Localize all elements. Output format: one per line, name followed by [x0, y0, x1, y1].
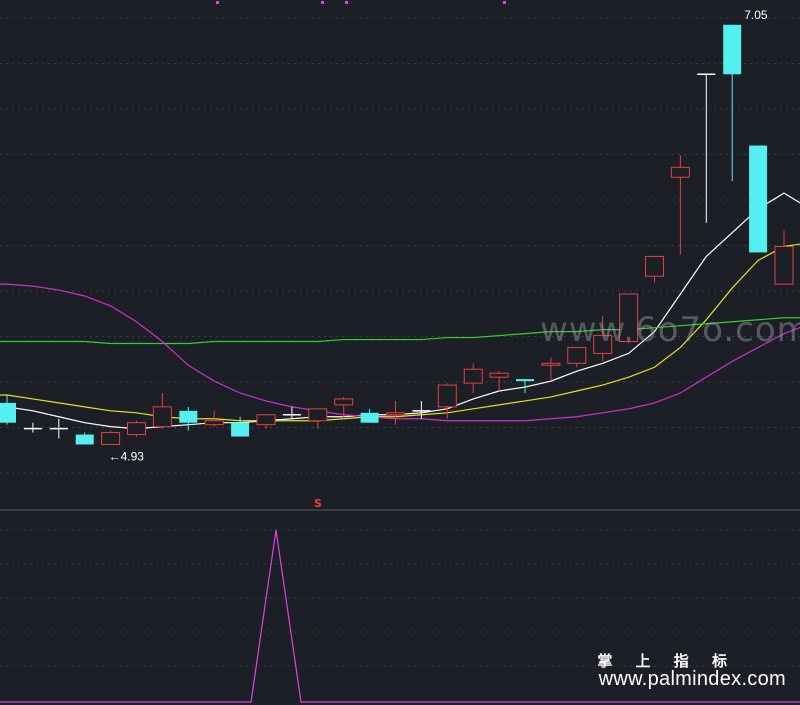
- candle-body: [0, 402, 16, 423]
- candle-body: [645, 255, 664, 277]
- signal-marker: S: [314, 497, 322, 510]
- candle-body: [256, 414, 276, 426]
- candle-body: [489, 372, 509, 378]
- candle-body: [670, 166, 690, 178]
- candle-body: [179, 410, 198, 423]
- top-marker-dot: [503, 1, 506, 4]
- candle-body: [231, 422, 250, 437]
- ma-line-3: [0, 283, 800, 422]
- candle-body: [360, 412, 379, 423]
- low-price-label: ←4.93: [109, 449, 145, 463]
- candle-body: [516, 379, 534, 382]
- candle-body: [334, 398, 354, 406]
- top-marker-dot: [321, 1, 324, 4]
- candle-body: [541, 362, 561, 366]
- candle-body: [774, 246, 794, 285]
- top-marker-dot: [216, 1, 219, 4]
- candle-body: [723, 24, 742, 75]
- candle-body: [437, 384, 457, 408]
- watermark-overlay: www.6o7o.com: [540, 310, 800, 350]
- watermark-site: www.palmindex.com: [598, 668, 786, 690]
- candle-body: [386, 412, 405, 416]
- candle-body: [463, 368, 483, 384]
- candle-body: [152, 406, 172, 428]
- candle-body: [308, 408, 328, 422]
- high-price-label: 7.05: [744, 8, 768, 22]
- candle-body: [204, 420, 224, 426]
- candle-body: [75, 434, 94, 445]
- candle-body: [127, 422, 146, 436]
- top-marker-dot: [345, 1, 348, 4]
- candle-body: [101, 432, 121, 445]
- stock-chart: 7.05 ←4.93 S: [0, 1, 800, 703]
- candle-body: [749, 145, 768, 253]
